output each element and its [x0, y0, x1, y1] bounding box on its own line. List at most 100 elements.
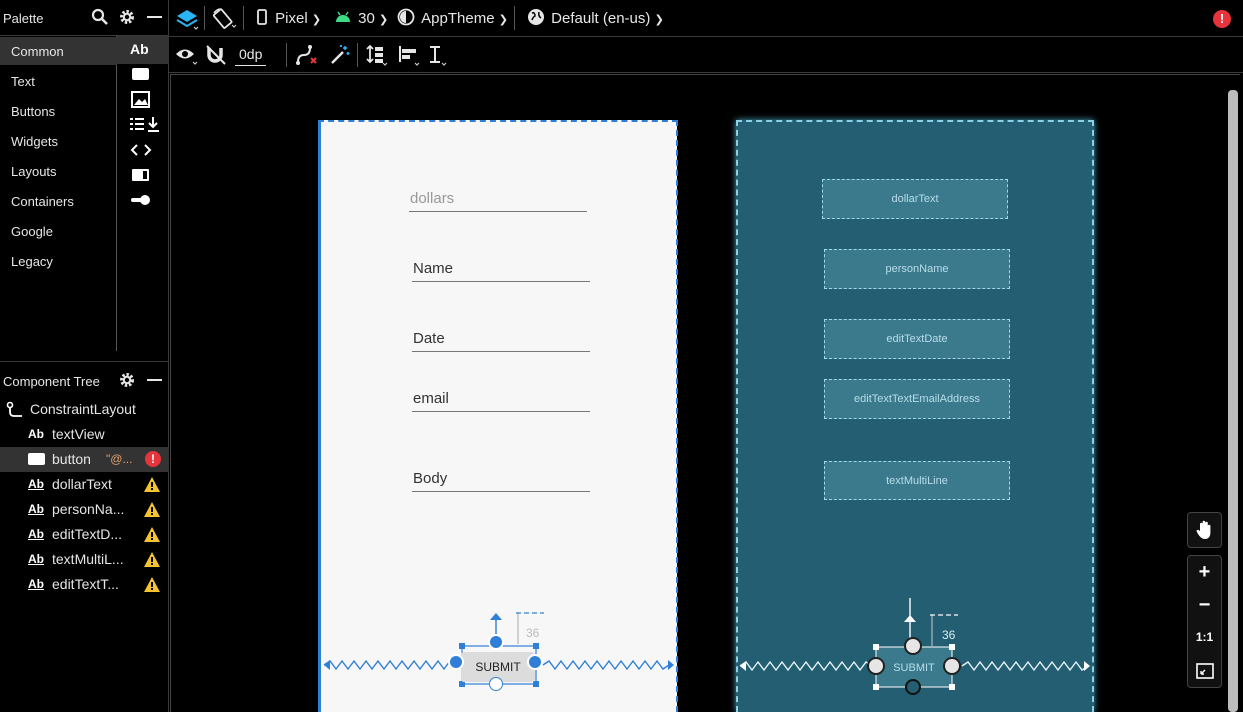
warning-icon[interactable]	[143, 501, 161, 518]
pack-icon[interactable]	[365, 44, 389, 66]
locale-selector[interactable]: Default (en-us) ❯	[527, 8, 664, 30]
left-anchor-handle[interactable]	[867, 657, 885, 675]
minimize-icon[interactable]	[146, 8, 164, 26]
gear-icon[interactable]	[118, 371, 136, 389]
toolbar-separator	[204, 6, 205, 30]
tree-item-textmultiline[interactable]: Ab textMultiL...	[0, 547, 169, 572]
right-anchor-handle[interactable]	[527, 654, 543, 670]
zoom-out-button[interactable]: −	[1188, 589, 1221, 621]
top-anchor-handle[interactable]	[488, 634, 504, 650]
palette-header: Palette	[0, 0, 169, 36]
edittext-name[interactable]: Name	[412, 258, 590, 282]
chevron-down-icon: ❯	[311, 14, 322, 26]
scrollview-icon[interactable]	[130, 166, 152, 184]
edittext-glyph: Ab	[28, 477, 44, 491]
tree-item-edittextemail[interactable]: Ab editTextT...	[0, 572, 169, 597]
bottom-anchor-handle[interactable]	[489, 677, 503, 691]
palette-category-containers[interactable]: Containers	[0, 187, 117, 215]
pan-control	[1187, 512, 1222, 548]
toolbar-separator	[514, 6, 515, 30]
switch-icon[interactable]	[130, 191, 152, 209]
blueprint-edittextdate[interactable]: editTextDate	[824, 319, 1010, 359]
palette-category-widgets[interactable]: Widgets	[0, 127, 117, 155]
bottom-anchor-handle[interactable]	[905, 679, 921, 695]
design-surface[interactable]: dollars Name Date email Body SUBMIT 36	[318, 120, 678, 712]
edittext-glyph: Ab	[28, 527, 44, 541]
actual-size-button[interactable]: 1:1	[1188, 621, 1221, 653]
recyclerview-icon[interactable]	[130, 116, 166, 134]
component-tree-header: Component Tree	[0, 361, 169, 399]
tree-item-constraintlayout[interactable]: ConstraintLayout	[0, 397, 169, 422]
top-anchor-handle[interactable]	[904, 637, 922, 655]
palette-category-text[interactable]: Text	[0, 67, 117, 95]
api-level-selector[interactable]: 30 ❯	[334, 8, 388, 30]
theme-selector[interactable]: AppTheme ❯	[397, 8, 508, 30]
minimize-icon[interactable]	[146, 371, 164, 389]
edittext-glyph: Ab	[28, 552, 44, 566]
tree-item-label: textView	[52, 426, 105, 442]
edittext-email[interactable]: email	[412, 388, 590, 412]
margin-value: 36	[526, 626, 540, 640]
tree-item-edittextdate[interactable]: Ab editTextD...	[0, 522, 169, 547]
tree-item-textview[interactable]: Ab textView	[0, 422, 169, 447]
palette-category-legacy[interactable]: Legacy	[0, 247, 117, 275]
orientation-icon[interactable]	[211, 7, 237, 29]
tree-item-label: editTextD...	[52, 526, 123, 542]
zoom-in-button[interactable]: +	[1188, 556, 1221, 588]
globe-icon	[528, 9, 544, 25]
clear-constraints-icon[interactable]	[295, 44, 319, 66]
blueprint-personname[interactable]: personName	[824, 249, 1010, 289]
error-icon[interactable]: !	[145, 451, 161, 467]
edittext-body[interactable]: Body	[412, 468, 590, 492]
palette-category-layouts[interactable]: Layouts	[0, 157, 117, 185]
palette-category-common[interactable]: Common	[0, 37, 117, 65]
palette-category-buttons[interactable]: Buttons	[0, 97, 117, 125]
magnet-off-icon[interactable]	[205, 44, 227, 66]
palette-categories: Common Text Buttons Widgets Layouts Cont…	[0, 36, 117, 351]
tree-item-label: dollarText	[52, 476, 112, 492]
infer-constraints-icon[interactable]	[329, 44, 351, 66]
warning-icon[interactable]	[143, 551, 161, 568]
tree-item-personname[interactable]: Ab personNa...	[0, 497, 169, 522]
palette-category-google[interactable]: Google	[0, 217, 117, 245]
edittext-glyph: Ab	[28, 502, 44, 516]
align-icon[interactable]	[397, 44, 421, 66]
guidelines-icon[interactable]	[427, 44, 451, 66]
tree-item-button[interactable]: button "@... !	[0, 447, 169, 472]
eye-icon[interactable]	[175, 44, 199, 66]
blueprint-submit-button[interactable]: SUBMIT	[876, 656, 952, 680]
palette-title: Palette	[3, 11, 44, 26]
error-icon[interactable]: !	[1213, 10, 1231, 28]
blueprint-textmultiline[interactable]: textMultiLine	[824, 461, 1010, 500]
editor-toolbar: Pixel ❯ 30 ❯ AppTheme ❯ Default (en-us) …	[169, 0, 1243, 37]
default-margin-input[interactable]: 0dp	[235, 44, 267, 66]
warning-icon[interactable]	[143, 476, 161, 493]
zoom-controls: + − 1:1	[1187, 555, 1222, 688]
layers-icon[interactable]	[175, 7, 199, 30]
fragment-code-icon[interactable]	[130, 141, 152, 159]
edittext-dollars[interactable]: dollars	[409, 188, 587, 212]
tree-item-dollartext[interactable]: Ab dollarText	[0, 472, 169, 497]
image-view-icon[interactable]	[130, 91, 152, 109]
vertical-scrollbar[interactable]	[1228, 90, 1238, 712]
gear-icon[interactable]	[118, 8, 136, 26]
warning-icon[interactable]	[143, 526, 161, 543]
blueprint-dollartext[interactable]: dollarText	[822, 179, 1008, 219]
device-label: Pixel	[275, 10, 308, 27]
edittext-glyph: Ab	[28, 577, 44, 591]
edittext-date[interactable]: Date	[412, 328, 590, 352]
left-anchor-handle[interactable]	[448, 654, 464, 670]
pan-hand-icon[interactable]	[1188, 514, 1221, 546]
search-icon[interactable]	[91, 8, 109, 26]
zoom-to-fit-icon[interactable]	[1188, 654, 1221, 686]
blueprint-edittextemail[interactable]: editTextTextEmailAddress	[824, 379, 1010, 419]
left-panel: Palette Common Text Buttons Widgets Layo…	[0, 0, 169, 712]
right-anchor-handle[interactable]	[943, 657, 961, 675]
tree-item-label: ConstraintLayout	[30, 401, 136, 417]
palette-item-textview[interactable]: Ab	[117, 36, 169, 64]
constraint-layout-icon	[6, 401, 24, 422]
button-icon[interactable]	[130, 66, 152, 84]
device-selector[interactable]: Pixel ❯	[257, 8, 321, 30]
warning-icon[interactable]	[143, 576, 161, 593]
blueprint-surface[interactable]: dollarText personName editTextDate editT…	[736, 120, 1094, 712]
